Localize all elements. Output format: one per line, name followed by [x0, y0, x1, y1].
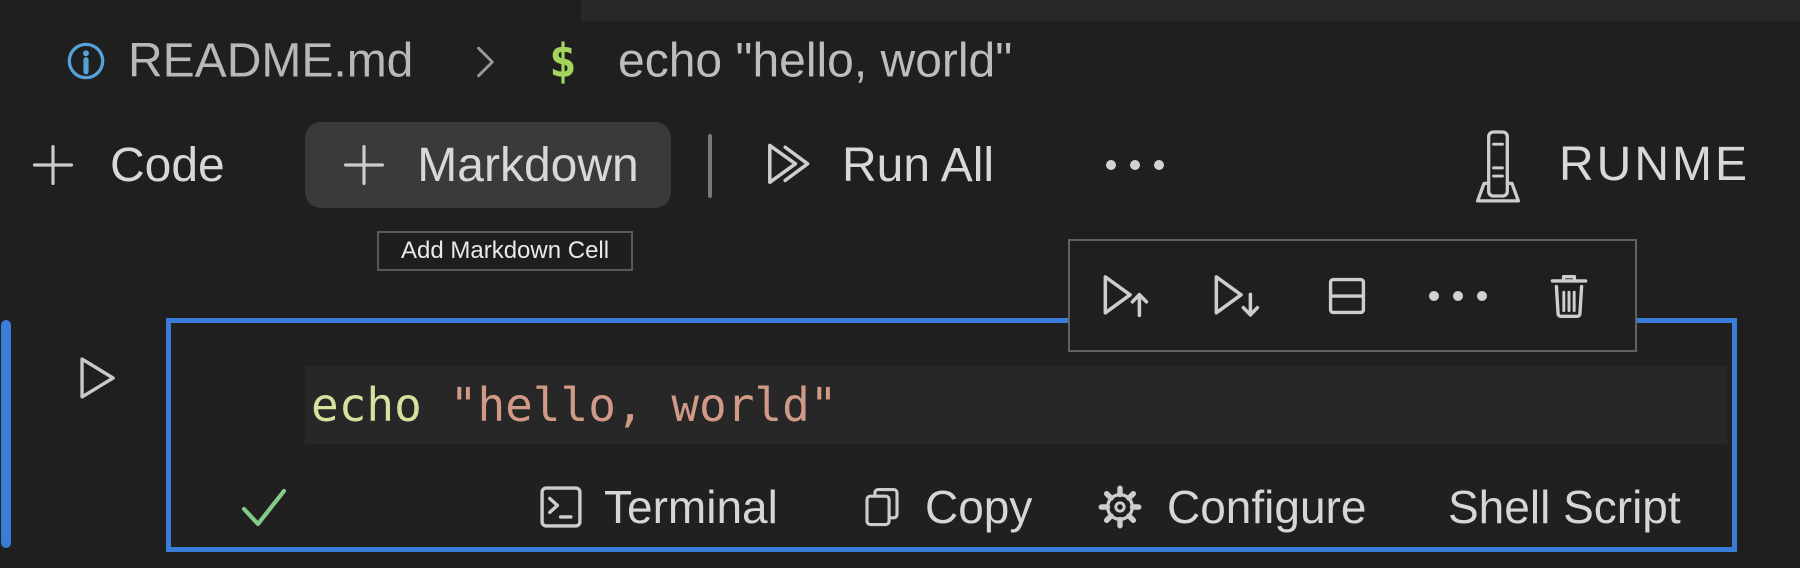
- add-markdown-cell-label: Markdown: [417, 138, 639, 192]
- execute-below-icon: [1207, 268, 1263, 324]
- terminal-button[interactable]: Terminal: [534, 478, 778, 536]
- runme-rocket-icon: [1465, 125, 1531, 203]
- plus-icon: [337, 138, 391, 192]
- code-token-keyword: echo: [311, 378, 422, 432]
- toolbar-divider: [708, 134, 712, 198]
- add-code-cell-button[interactable]: Code: [26, 122, 225, 208]
- chevron-right-icon: [470, 40, 500, 84]
- cell-hover-toolbar: [1068, 239, 1637, 352]
- breadcrumb-file[interactable]: README.md: [128, 34, 413, 89]
- execute-below-button[interactable]: [1207, 268, 1263, 324]
- tooltip-add-markdown-cell: Add Markdown Cell: [377, 231, 634, 271]
- copy-label: Copy: [925, 481, 1033, 533]
- delete-cell-button[interactable]: [1541, 268, 1597, 324]
- terminal-icon: [534, 480, 588, 534]
- cell-success-indicator: [238, 478, 290, 536]
- runme-extension-button[interactable]: RUNME: [1465, 118, 1750, 210]
- gear-icon: [1095, 482, 1145, 532]
- runme-brand-label: RUNME: [1559, 137, 1750, 191]
- split-cell-button[interactable]: [1319, 268, 1375, 324]
- run-all-icon: [760, 137, 816, 193]
- add-markdown-cell-button[interactable]: Markdown: [305, 122, 671, 208]
- language-label: Shell Script: [1448, 481, 1681, 533]
- execute-above-button[interactable]: [1096, 268, 1152, 324]
- breadcrumb: README.md $ echo "hello, world": [0, 34, 1800, 88]
- copy-icon: [857, 482, 907, 532]
- ellipsis-icon: [1106, 160, 1164, 170]
- language-picker[interactable]: Shell Script: [1448, 478, 1681, 536]
- tooltip-text: Add Markdown Cell: [401, 237, 610, 264]
- code-editor-line[interactable]: echo "hello, world": [311, 366, 838, 444]
- trash-icon: [1542, 269, 1596, 323]
- breadcrumb-shell-prompt: $: [549, 34, 577, 88]
- add-code-cell-label: Code: [110, 138, 225, 192]
- terminal-label: Terminal: [604, 481, 778, 533]
- configure-button[interactable]: Configure: [1095, 478, 1366, 536]
- run-all-button[interactable]: Run All: [760, 122, 994, 208]
- code-token-string: "hello, world": [449, 378, 838, 432]
- split-cell-icon: [1320, 269, 1374, 323]
- cell-more-actions-button[interactable]: [1428, 268, 1487, 324]
- info-icon[interactable]: [63, 38, 109, 84]
- focused-cell-indicator-bar: [1, 320, 11, 548]
- ellipsis-icon: [1428, 290, 1487, 301]
- plus-icon: [26, 138, 80, 192]
- execute-above-icon: [1096, 268, 1152, 324]
- play-icon: [69, 351, 123, 405]
- notebook-editor: README.md $ echo "hello, world" Code Mar…: [0, 0, 1800, 568]
- copy-button[interactable]: Copy: [857, 478, 1032, 536]
- editor-top-strip: [581, 0, 1800, 21]
- run-cell-button[interactable]: [68, 350, 124, 406]
- run-all-label: Run All: [842, 138, 995, 192]
- breadcrumb-command[interactable]: echo "hello, world": [618, 34, 1012, 89]
- more-actions-button[interactable]: [1106, 122, 1164, 208]
- configure-label: Configure: [1167, 481, 1367, 533]
